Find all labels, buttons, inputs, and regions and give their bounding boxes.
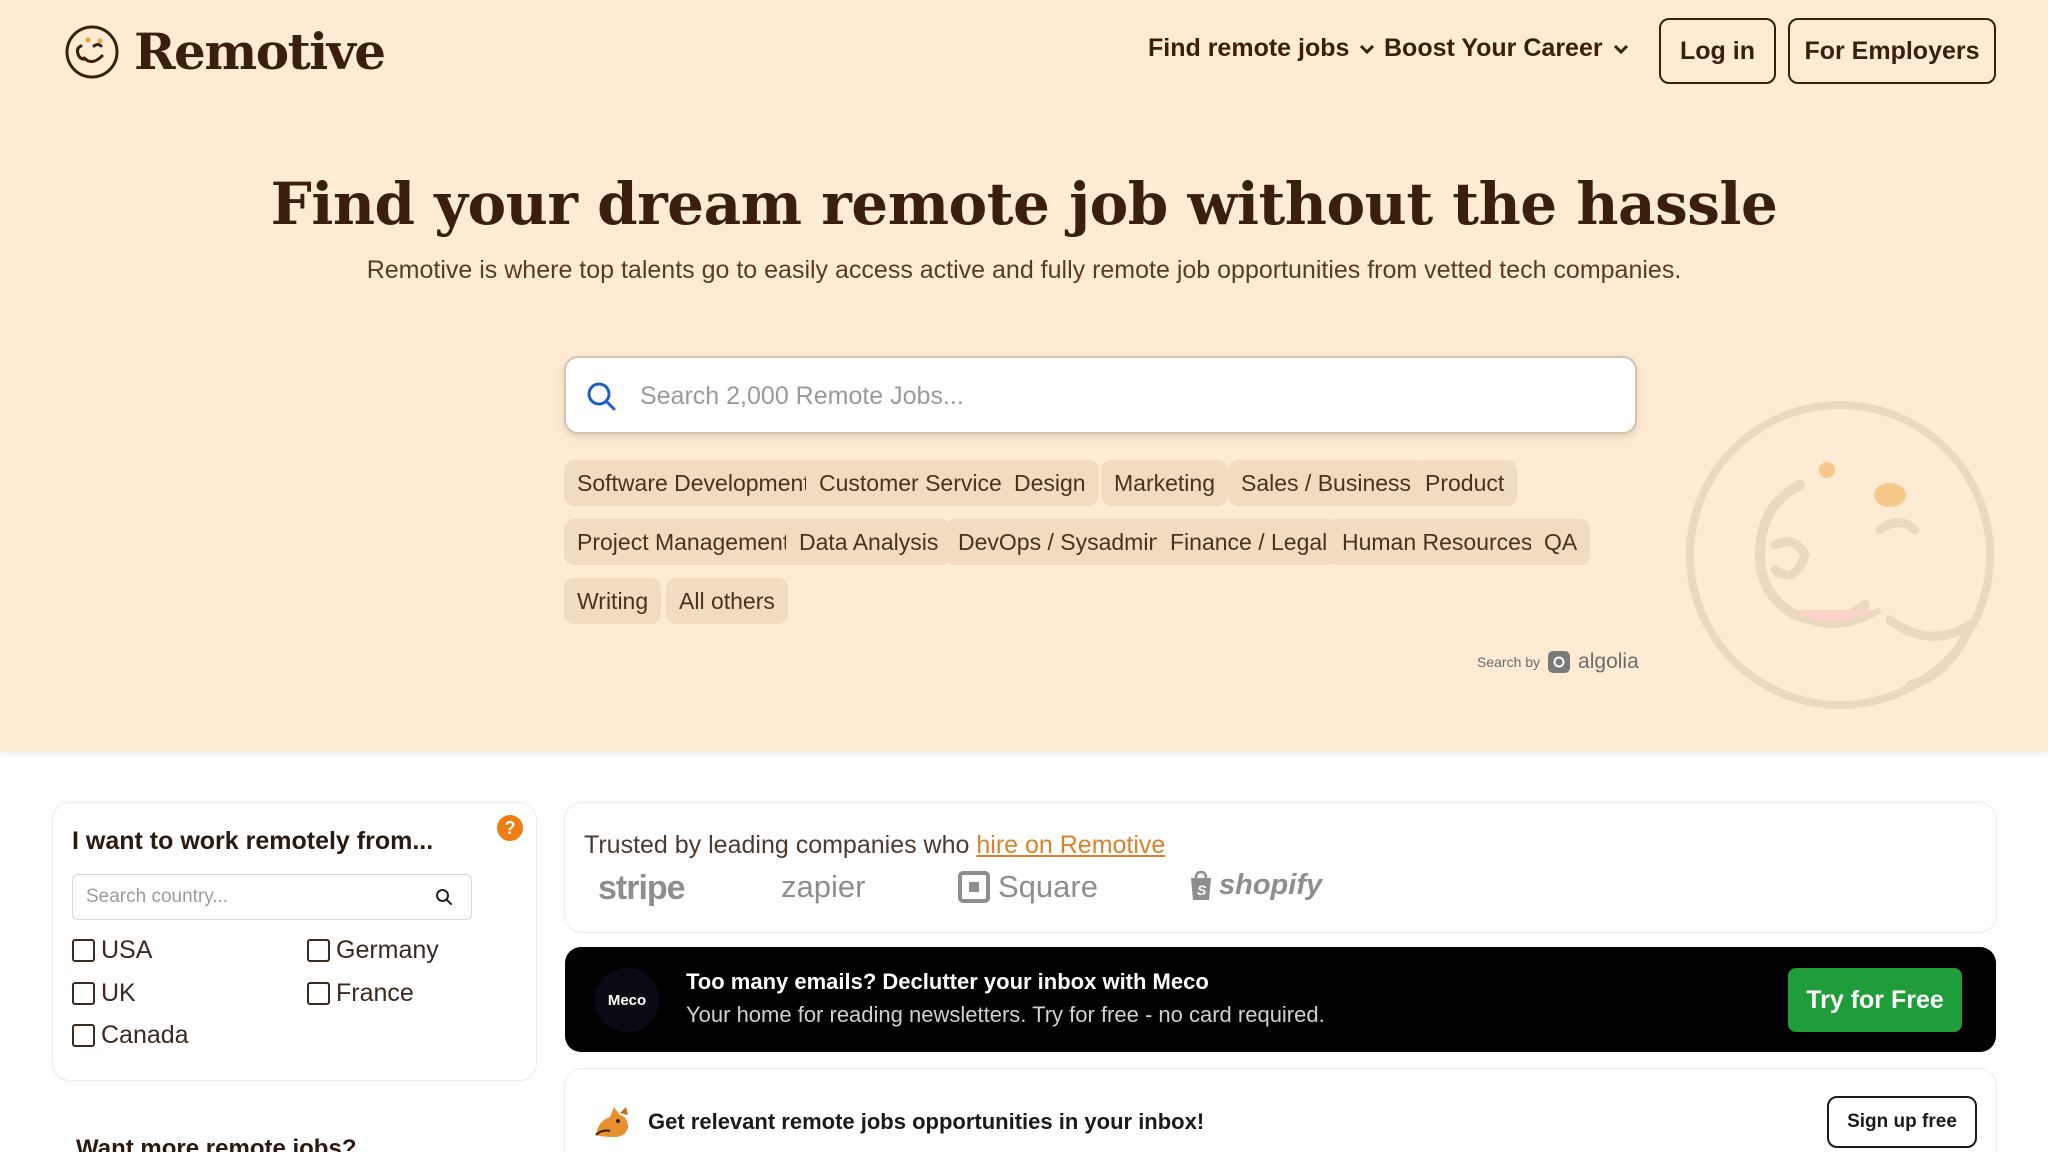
category-chip-customer-service[interactable]: Customer Service [806, 460, 1015, 506]
country-checkbox-uk[interactable]: UK [72, 979, 136, 1008]
category-chip-sales-business[interactable]: Sales / Business [1228, 460, 1425, 506]
category-chip-data-analysis[interactable]: Data Analysis [786, 519, 952, 565]
job-search-bar [564, 356, 1637, 434]
chevron-down-icon [1360, 44, 1375, 54]
chevron-down-icon [1613, 44, 1628, 54]
category-chip-devops-sysadmin[interactable]: DevOps / Sysadmin [945, 519, 1175, 565]
algolia-icon [1548, 651, 1571, 673]
trusted-text: Trusted by leading companies who hire on… [584, 831, 1165, 860]
checkbox-icon[interactable] [307, 982, 330, 1005]
shopify-logo: S shopify [1187, 869, 1322, 902]
checkbox-icon[interactable] [72, 1024, 95, 1047]
category-chip-writing[interactable]: Writing [564, 578, 662, 624]
category-chip-project-management[interactable]: Project Management [564, 519, 803, 565]
search-icon [436, 889, 452, 905]
meco-ad-subtext: Your home for reading newsletters. Try f… [686, 1002, 1325, 1027]
for-employers-button[interactable]: For Employers [1788, 18, 1996, 84]
brand-name: Remotive [134, 22, 386, 81]
stripe-logo: stripe [598, 869, 686, 907]
search-icon [587, 382, 616, 411]
zapier-logo: zapier [781, 869, 866, 904]
meco-ad-headline: Too many emails? Declutter your inbox wi… [686, 969, 1209, 994]
country-label-uk: UK [101, 979, 136, 1007]
country-label-usa: USA [101, 936, 153, 964]
checkbox-icon[interactable] [72, 939, 95, 962]
brand-logo[interactable]: Remotive [64, 22, 386, 81]
job-search-input[interactable] [640, 372, 1600, 420]
hero-title: Find your dream remote job without the h… [270, 170, 1778, 238]
category-chip-marketing[interactable]: Marketing [1101, 460, 1228, 506]
country-checkbox-usa[interactable]: USA [72, 936, 152, 965]
hire-on-remotive-link[interactable]: hire on Remotive [976, 831, 1165, 859]
checkbox-icon[interactable] [72, 982, 95, 1005]
meco-ad-banner: Meco Too many emails? Declutter your inb… [565, 947, 1996, 1052]
country-filter-card: I want to work remotely from... ? USA Ge… [52, 802, 537, 1081]
category-chip-all-others[interactable]: All others [666, 578, 788, 624]
country-search-box [72, 874, 472, 920]
remotive-logo-icon [65, 25, 119, 78]
sign-up-free-button[interactable]: Sign up free [1827, 1096, 1977, 1148]
newsletter-card: Get relevant remote jobs opportunities i… [564, 1068, 1997, 1152]
hero-subtitle: Remotive is where top talents go to easi… [366, 256, 1682, 284]
try-for-free-button[interactable]: Try for Free [1788, 968, 1962, 1032]
country-checkbox-germany[interactable]: Germany [307, 936, 439, 965]
category-chip-human-resources[interactable]: Human Resources [1329, 519, 1546, 565]
checkbox-icon[interactable] [307, 939, 330, 962]
square-icon [958, 871, 990, 903]
algolia-label: algolia [1578, 650, 1639, 673]
meco-logo: Meco [595, 968, 659, 1032]
nav-boost-your-career-label: Boost Your Career [1384, 34, 1603, 62]
search-by-label: Search by [1477, 654, 1541, 670]
country-filter-title: I want to work remotely from... [72, 827, 434, 855]
more-jobs-title: Want more remote jobs? [76, 1135, 357, 1152]
shopify-bag-icon: S [1191, 870, 1211, 900]
country-checkbox-france[interactable]: France [307, 979, 414, 1008]
svg-text:S: S [1197, 882, 1207, 898]
trusted-text-lead: Trusted by leading companies who [584, 831, 977, 859]
hero-section: Remotive Find remote jobs Boost Your Car… [0, 0, 2048, 751]
newsletter-text: Get relevant remote jobs opportunities i… [648, 1109, 1205, 1134]
dog-mascot-icon [595, 1107, 628, 1137]
country-label-germany: Germany [336, 936, 439, 964]
country-label-france: France [336, 979, 414, 1007]
category-chip-product[interactable]: Product [1412, 460, 1518, 506]
help-icon[interactable]: ? [497, 815, 523, 841]
category-chip-qa[interactable]: QA [1531, 519, 1591, 565]
category-chip-design[interactable]: Design [1001, 460, 1099, 506]
trusted-companies-card: Trusted by leading companies who hire on… [564, 802, 1997, 933]
nav-find-remote-jobs[interactable]: Find remote jobs [1148, 34, 1377, 63]
nav-boost-your-career[interactable]: Boost Your Career [1384, 34, 1631, 63]
login-button[interactable]: Log in [1659, 18, 1776, 84]
nav-find-remote-jobs-label: Find remote jobs [1148, 34, 1350, 62]
shopify-logo-label: shopify [1219, 869, 1323, 901]
country-label-canada: Canada [101, 1021, 189, 1049]
square-logo: Square [958, 869, 1098, 905]
mascot-illustration-icon [1686, 401, 1994, 709]
category-chip-finance-legal[interactable]: Finance / Legal [1157, 519, 1341, 565]
country-checkbox-canada[interactable]: Canada [72, 1021, 189, 1050]
square-logo-label: Square [998, 869, 1098, 904]
category-chip-software-development[interactable]: Software Development [564, 460, 823, 506]
search-by-algolia[interactable]: Search by algolia [1477, 650, 1639, 674]
country-search-input[interactable] [86, 883, 416, 911]
